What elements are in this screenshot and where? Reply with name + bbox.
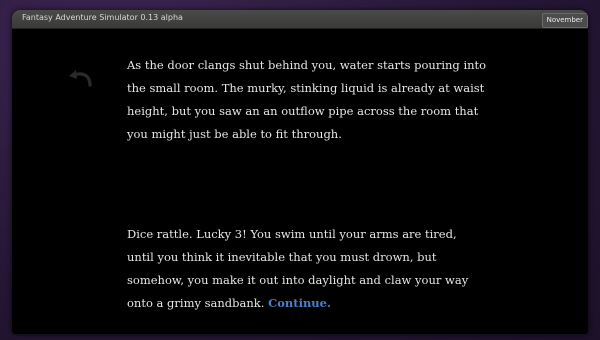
story-paragraph: Dice rattle. Lucky 3! You swim until you… (127, 223, 487, 315)
story-text: As the door clangs shut behind you, wate… (127, 54, 487, 315)
continue-link[interactable]: Continue. (268, 296, 331, 310)
story-paragraph: As the door clangs shut behind you, wate… (127, 58, 487, 141)
undo-arrow-icon[interactable] (64, 66, 96, 90)
window-titlebar[interactable]: Fantasy Adventure Simulator 0.13 alpha N… (12, 10, 588, 29)
app-window: Fantasy Adventure Simulator 0.13 alpha N… (12, 10, 588, 334)
window-title: Fantasy Adventure Simulator 0.13 alpha (22, 13, 183, 22)
date-indicator: November (541, 13, 588, 28)
desktop-background: Fantasy Adventure Simulator 0.13 alpha N… (0, 0, 600, 340)
